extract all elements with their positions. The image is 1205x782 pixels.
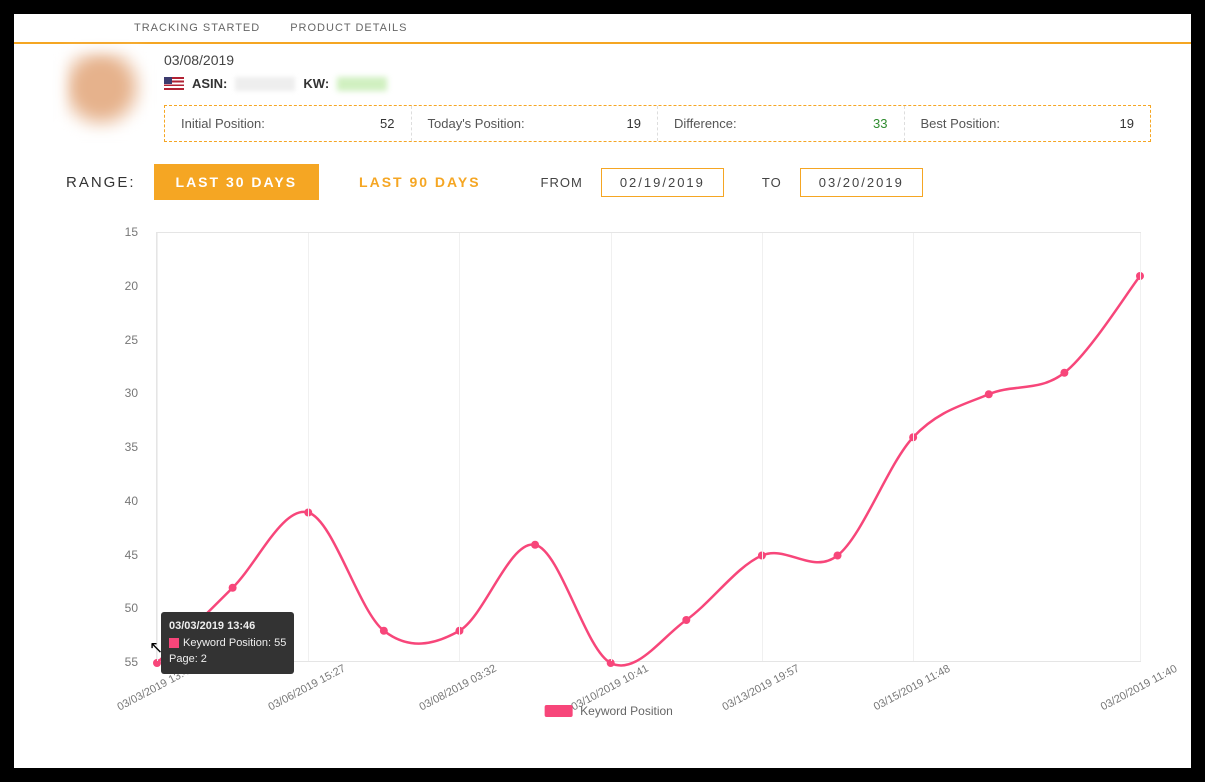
stat-initial-label: Initial Position: [181,116,265,131]
plot-area [156,232,1141,662]
tracking-date: 03/08/2019 [164,52,1151,68]
line-chart-svg [157,233,1140,661]
stat-initial: Initial Position: 52 [165,106,411,141]
x-tick: 03/13/2019 19:57 [720,663,801,714]
from-date-input[interactable]: 02/19/2019 [601,168,724,197]
y-tick: 40 [66,494,146,508]
to-date-input[interactable]: 03/20/2019 [800,168,923,197]
y-tick: 25 [66,333,146,347]
y-tick: 15 [66,225,146,239]
y-tick: 50 [66,601,146,615]
stat-best-label: Best Position: [921,116,1001,131]
stat-today-label: Today's Position: [428,116,525,131]
header: 03/08/2019 ASIN: KW: Initial Position: 5… [14,44,1191,142]
asin-value [235,77,295,91]
tooltip: 03/03/2019 13:46 Keyword Position: 55 Pa… [161,612,294,674]
cursor-icon: ↖ [149,638,163,658]
kw-value [337,77,387,91]
stats-box: Initial Position: 52 Today's Position: 1… [164,105,1151,142]
stat-diff-value: 33 [873,116,887,131]
y-tick: 45 [66,548,146,562]
tooltip-time: 03/03/2019 13:46 [169,618,286,635]
last-90-days-button[interactable]: LAST 90 DAYS [337,164,503,200]
tooltip-kp: Keyword Position: 55 [183,637,286,649]
legend-label: Keyword Position [580,704,673,718]
flag-us-icon [164,77,184,90]
tooltip-swatch [169,638,179,648]
chart: 152025303540455055 03/03/2019 13:4603/06… [66,222,1151,722]
range-label: RANGE: [66,174,136,191]
y-tick: 30 [66,386,146,400]
last-30-days-button[interactable]: LAST 30 DAYS [154,164,320,200]
tab-product-details[interactable]: PRODUCT DETAILS [290,22,407,34]
tab-bar: TRACKING STARTED PRODUCT DETAILS [14,14,1191,44]
tooltip-page: Page: 2 [169,651,286,668]
stat-diff-label: Difference: [674,116,737,131]
legend-swatch [544,705,572,717]
stat-difference: Difference: 33 [657,106,904,141]
legend: Keyword Position [544,704,673,718]
stat-best: Best Position: 19 [904,106,1151,141]
to-label: TO [762,175,782,190]
product-thumbnail [66,52,144,130]
from-label: FROM [541,175,583,190]
stat-best-value: 19 [1120,116,1134,131]
y-tick: 55 [66,655,146,669]
product-info-row: ASIN: KW: [164,76,1151,91]
kw-label: KW: [303,76,329,91]
asin-label: ASIN: [192,76,227,91]
x-tick: 03/20/2019 11:40 [1099,663,1180,713]
stat-today: Today's Position: 19 [411,106,658,141]
y-tick: 35 [66,440,146,454]
app-window: TRACKING STARTED PRODUCT DETAILS 03/08/2… [14,14,1191,768]
y-tick: 20 [66,279,146,293]
tab-tracking-started[interactable]: TRACKING STARTED [134,22,260,34]
x-tick: 03/15/2019 11:48 [872,663,953,713]
stat-initial-value: 52 [380,116,394,131]
range-row: RANGE: LAST 30 DAYS LAST 90 DAYS FROM 02… [14,142,1191,212]
stat-today-value: 19 [627,116,641,131]
x-tick: 03/08/2019 03:32 [418,663,499,714]
